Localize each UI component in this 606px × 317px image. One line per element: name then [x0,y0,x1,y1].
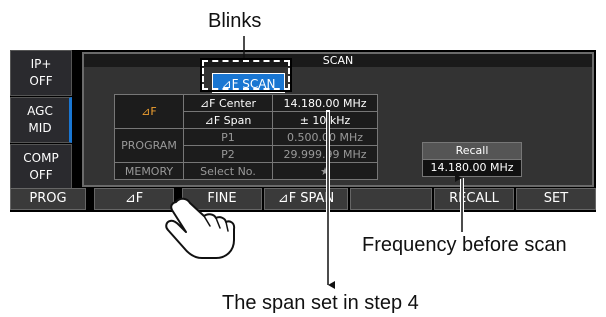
pointing-hand-icon [165,197,236,259]
annotation-overlay [165,36,464,289]
